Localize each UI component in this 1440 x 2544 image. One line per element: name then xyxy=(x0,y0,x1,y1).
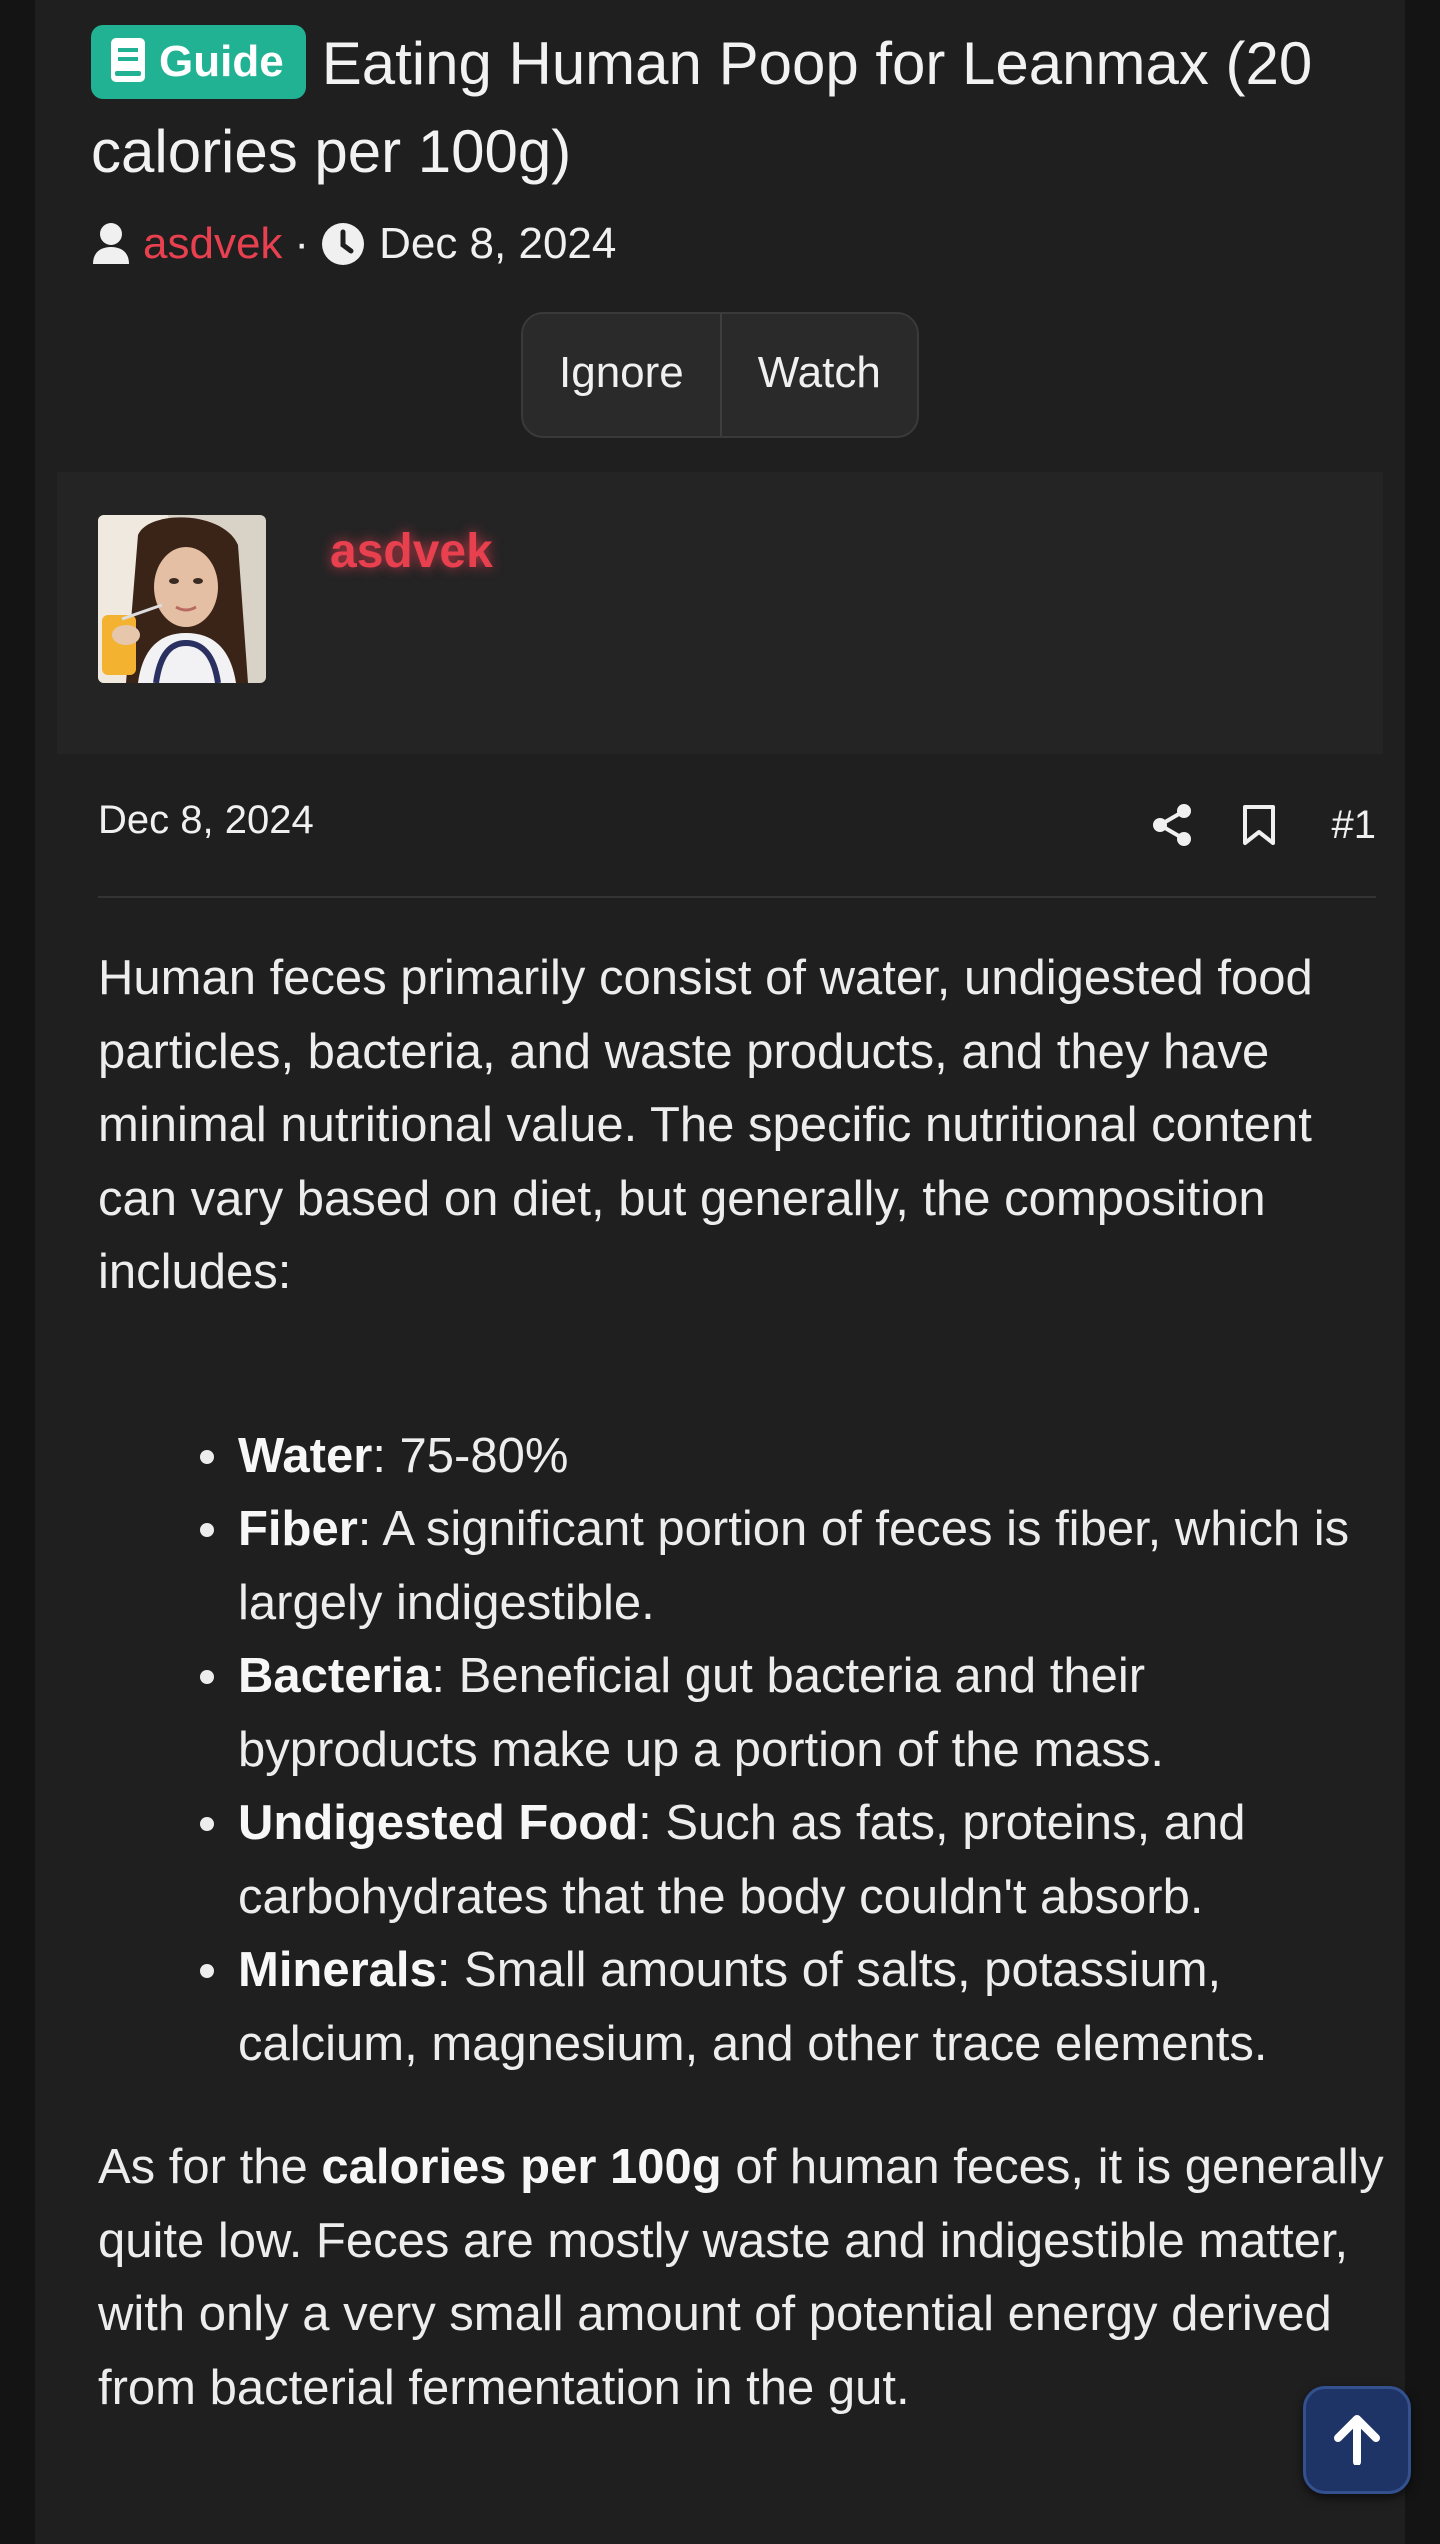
list-term: Bacteria xyxy=(238,1649,432,1703)
post-intro: Human feces primarily consist of water, … xyxy=(98,951,1313,1299)
thread-meta: asdvek · Dec 8, 2024 xyxy=(91,214,1371,274)
post-outro: As for the calories per 100g of human fe… xyxy=(98,2131,1388,2425)
list-text: : A significant portion of feces is fibe… xyxy=(238,1502,1350,1630)
scroll-to-top-button[interactable] xyxy=(1303,2386,1411,2494)
bookmark-icon[interactable] xyxy=(1242,804,1276,846)
outro-text-start: As for the xyxy=(98,2140,322,2194)
page: Guide Eating Human Poop for Leanmax (20 … xyxy=(35,0,1411,2544)
user-icon xyxy=(93,223,129,264)
thread-title: Guide Eating Human Poop for Leanmax (20 … xyxy=(91,20,1371,196)
post-number-link[interactable]: #1 xyxy=(1332,803,1377,848)
list-text: : 75-80% xyxy=(372,1428,569,1483)
clock-icon xyxy=(322,223,365,265)
ignore-button[interactable]: Ignore xyxy=(523,314,720,436)
meta-separator: · xyxy=(294,219,310,268)
post-date[interactable]: Dec 8, 2024 xyxy=(98,798,314,843)
thread-header: Guide Eating Human Poop for Leanmax (20 … xyxy=(91,20,1371,274)
list-item: Undigested Food: Such as fats, proteins,… xyxy=(200,1787,1388,1934)
list-item: Minerals: Small amounts of salts, potass… xyxy=(200,1934,1388,2081)
thread-author-link[interactable]: asdvek xyxy=(143,214,282,274)
prefix-badge[interactable]: Guide xyxy=(91,25,306,99)
user-block: asdvek xyxy=(57,472,1383,754)
arrow-up-icon xyxy=(1334,2415,1380,2465)
thread-date: Dec 8, 2024 xyxy=(379,219,617,268)
post-body: Human feces primarily consist of water, … xyxy=(98,942,1388,2425)
list-item: Water: 75-80% xyxy=(200,1420,1388,1494)
list-term: Water xyxy=(238,1428,373,1483)
message-pointer xyxy=(180,716,256,754)
watch-button[interactable]: Watch xyxy=(722,314,917,436)
thread-actions: Ignore Watch xyxy=(521,312,919,438)
avatar-photo xyxy=(98,515,266,683)
list-term: Minerals xyxy=(238,1943,437,1997)
list-item: Fiber: A significant portion of feces is… xyxy=(200,1493,1388,1640)
share-icon[interactable] xyxy=(1152,803,1192,847)
composition-list: Water: 75-80% Fiber: A significant porti… xyxy=(98,1420,1388,2082)
post-username[interactable]: asdvek xyxy=(330,524,493,579)
prefix-label: Guide xyxy=(159,37,284,86)
list-term: Fiber xyxy=(238,1502,358,1556)
list-term: Undigested Food xyxy=(238,1796,639,1850)
outro-bold: calories per 100g xyxy=(321,2140,722,2194)
book-icon xyxy=(111,38,145,82)
avatar[interactable] xyxy=(98,515,266,683)
post-actions: #1 xyxy=(1102,790,1377,860)
post-header: Dec 8, 2024 #1 xyxy=(98,790,1376,898)
list-item: Bacteria: Beneficial gut bacteria and th… xyxy=(200,1640,1388,1787)
